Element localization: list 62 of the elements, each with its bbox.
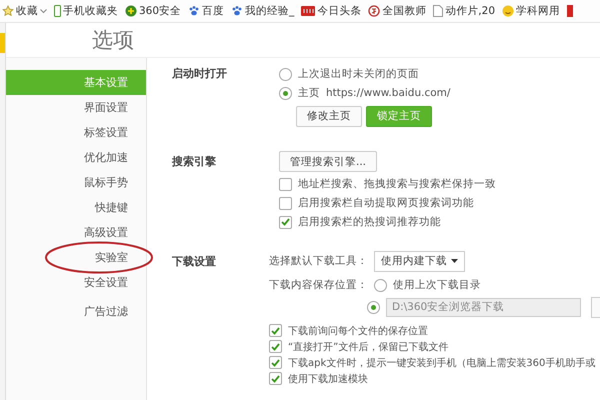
option-label: 主页 (298, 86, 320, 100)
checkbox[interactable] (269, 356, 282, 369)
bookmark-icon (567, 5, 573, 17)
radio-button[interactable] (279, 68, 292, 80)
phone-icon (54, 5, 61, 17)
download-tool-dropdown[interactable]: 使用内建下载 (374, 250, 465, 272)
sidebar-item[interactable]: 广告过滤 (6, 299, 146, 324)
sidebar-item[interactable]: 快捷键 (6, 195, 146, 220)
bookmark-link[interactable]: 收藏 (16, 4, 38, 18)
section-label: 启动时打开 (172, 67, 227, 80)
field-label: 选择默认下载工具： (269, 254, 368, 268)
smiley-icon (502, 5, 514, 17)
radio-button[interactable] (374, 278, 387, 292)
field-label: 下载内容保存位置： (269, 278, 368, 292)
paw-icon (188, 5, 200, 17)
manage-search-engines-button[interactable]: 管理搜索引擎... (279, 151, 378, 172)
sidebar-item[interactable]: 界面设置 (6, 95, 146, 120)
page-icon (433, 5, 444, 17)
page-title: 选项 (92, 28, 134, 52)
section-label: 搜索引擎 (172, 155, 216, 168)
option-label: 下载前询问每个文件的保存位置 (288, 324, 428, 338)
bookmark-link[interactable]: 动作片,20 (445, 4, 495, 18)
section-label: 下载设置 (172, 255, 216, 268)
bookmark-link[interactable]: 今日头条 (317, 4, 362, 18)
sidebar-item[interactable]: 实验室 (6, 245, 146, 270)
chevron-down-icon[interactable] (40, 8, 47, 14)
bookmark-link[interactable]: 我的经验_ (245, 4, 294, 18)
checkbox[interactable] (269, 340, 282, 353)
caret-icon (451, 259, 458, 263)
option-label: 启用搜索栏的热搜词推荐功能 (298, 215, 441, 229)
radio-button[interactable] (367, 300, 380, 314)
sidebar-item[interactable]: 鼠标手势 (6, 170, 146, 195)
homepage-url: https://www.baidu.com/ (326, 87, 450, 99)
bookmark-link[interactable]: 手机收藏夹 (63, 4, 118, 18)
checkbox[interactable] (269, 324, 282, 337)
option-label: 上次退出时未关闭的页面 (298, 67, 419, 81)
checkbox[interactable] (269, 372, 282, 385)
option-label: 地址栏搜索、拖拽搜索与搜索栏保持一致 (298, 177, 496, 191)
option-label: 使用上次下载目录 (393, 278, 481, 292)
sidebar-item[interactable]: 安全设置 (6, 270, 146, 295)
sidebar-item[interactable]: 标签设置 (6, 120, 146, 145)
sidebar-item[interactable]: 高级设置 (6, 220, 146, 245)
option-label: 启用搜索栏自动提取网页搜索词功能 (298, 196, 474, 210)
checkbox[interactable] (279, 216, 292, 228)
star-icon (2, 5, 14, 17)
edit-homepage-button[interactable]: 修改主页 (296, 106, 362, 126)
tab-marker (0, 33, 5, 53)
bookmark-link[interactable]: 360安全 (139, 4, 182, 18)
seal-icon (368, 5, 380, 17)
news-icon (301, 6, 316, 16)
bookmark-link[interactable]: 百度 (202, 4, 224, 18)
paw-icon (231, 5, 244, 17)
radio-button[interactable] (279, 86, 292, 100)
bookmark-link[interactable]: 全国教师 (382, 4, 426, 18)
sidebar-item[interactable]: 优化加速 (6, 145, 146, 170)
checkbox[interactable] (279, 178, 292, 190)
option-label: “直接打开”文件后，保留已下载文件 (288, 340, 448, 354)
checkbox[interactable] (279, 196, 292, 210)
option-label: 使用下载加速模块 (288, 372, 368, 386)
bookmark-link[interactable]: 学科网用 (516, 4, 560, 18)
shield-plus-icon (125, 5, 137, 17)
option-label: 下载apk文件时，提示一键安装到手机（电脑上需安装360手机助手或 (288, 356, 596, 370)
